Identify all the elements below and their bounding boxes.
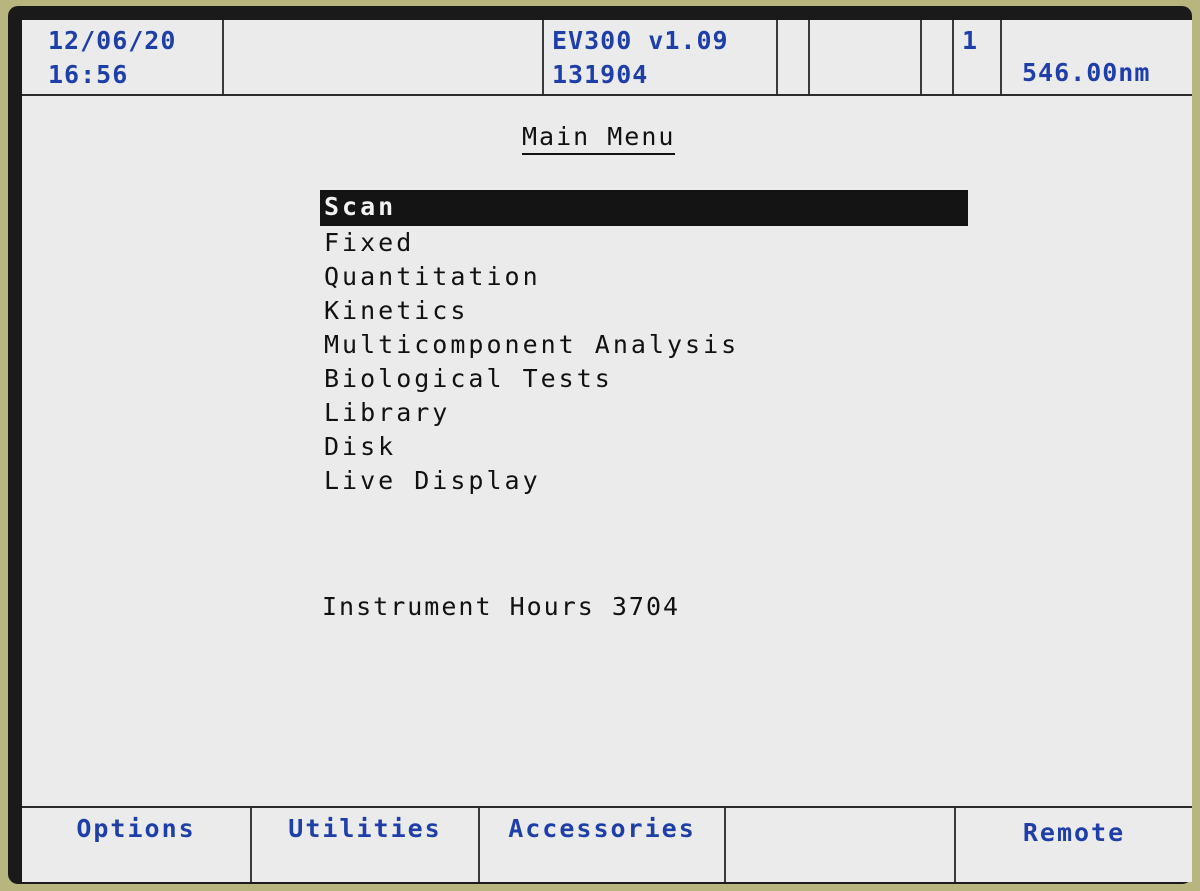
menu-item-biological-tests[interactable]: Biological Tests <box>320 362 970 396</box>
wavelength-cell: 546.00nm <box>1002 20 1192 94</box>
menu-item-disk[interactable]: Disk <box>320 430 970 464</box>
model-version-text: EV300 v1.09 <box>552 26 729 55</box>
menu-item-fixed[interactable]: Fixed <box>320 226 970 260</box>
blank-softkey[interactable] <box>726 808 956 882</box>
lcd-screen: 12/06/20 16:56 EV300 v1.09 131904 1 546.… <box>22 20 1192 882</box>
header-blank-cell-2 <box>778 20 810 94</box>
model-cell: EV300 v1.09 131904 <box>544 20 778 94</box>
indicator-text: 1 <box>962 26 979 55</box>
date-text: 12/06/20 <box>48 26 177 55</box>
accessories-softkey[interactable]: Accessories <box>480 808 726 882</box>
header-blank-cell-4 <box>922 20 954 94</box>
device-bezel: 12/06/20 16:56 EV300 v1.09 131904 1 546.… <box>0 0 1200 891</box>
header-blank-cell-1 <box>224 20 544 94</box>
serial-number-text: 131904 <box>552 60 649 89</box>
time-text: 16:56 <box>48 60 129 89</box>
menu-item-library[interactable]: Library <box>320 396 970 430</box>
header-blank-cell-3 <box>810 20 922 94</box>
wavelength-text: 546.00nm <box>1022 58 1151 87</box>
softkey-bar: Options Utilities Accessories Remote <box>22 806 1192 882</box>
page-title: Main Menu <box>522 122 676 155</box>
status-header: 12/06/20 16:56 EV300 v1.09 131904 1 546.… <box>22 20 1192 96</box>
utilities-softkey[interactable]: Utilities <box>252 808 480 882</box>
remote-softkey[interactable]: Remote <box>956 808 1192 882</box>
menu-item-multicomponent-analysis[interactable]: Multicomponent Analysis <box>320 328 970 362</box>
instrument-hours-text: Instrument Hours 3704 <box>322 592 681 621</box>
datetime-cell: 12/06/20 16:56 <box>22 20 224 94</box>
menu-item-scan[interactable]: Scan <box>320 190 968 226</box>
main-menu-list: Scan Fixed Quantitation Kinetics Multico… <box>320 190 970 498</box>
menu-item-live-display[interactable]: Live Display <box>320 464 970 498</box>
indicator-cell: 1 <box>954 20 1002 94</box>
screen-frame: 12/06/20 16:56 EV300 v1.09 131904 1 546.… <box>8 6 1192 884</box>
menu-item-quantitation[interactable]: Quantitation <box>320 260 970 294</box>
options-softkey[interactable]: Options <box>22 808 252 882</box>
menu-item-kinetics[interactable]: Kinetics <box>320 294 970 328</box>
